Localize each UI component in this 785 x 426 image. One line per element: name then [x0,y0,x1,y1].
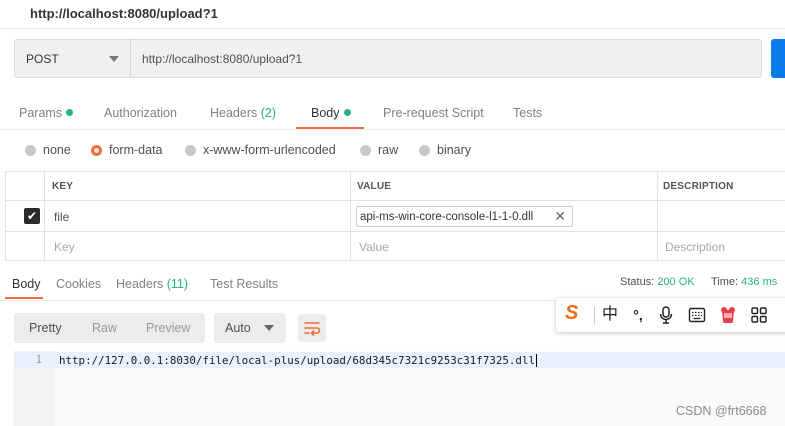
file-name: api-ms-win-core-console-l1-1-0.dll [360,210,534,223]
radio-label: raw [378,143,399,157]
radio-form-data[interactable]: form-data [91,140,163,160]
tab-headers[interactable]: Headers (2) [210,98,276,128]
tab-tests[interactable]: Tests [513,98,542,128]
method-label: POST [26,51,59,66]
tab-label: Headers [116,277,164,291]
time-value: 436 ms [741,276,778,288]
resp-tab-test-results[interactable]: Test Results [210,270,278,298]
radio-icon [185,144,196,156]
keyboard-icon[interactable] [687,305,707,325]
status-label: Status: [620,276,655,288]
time-label: Time: [711,276,739,288]
line-number: 1 [35,354,42,366]
column-header-description: DESCRIPTION [663,181,734,192]
radio-selected-icon [91,144,102,156]
request-title: http://localhost:8080/upload?1 [30,6,218,21]
description-input[interactable]: Description [665,240,725,254]
tabs-divider [0,129,785,130]
ime-divider [594,306,595,324]
active-tab-indicator [5,297,43,299]
table-divider [44,171,45,261]
tab-label: Tests [513,106,543,120]
ime-logo-icon[interactable]: S [565,303,578,323]
value-input[interactable]: Value [359,240,389,254]
table-divider [5,260,785,261]
radio-label: x-www-form-urlencoded [203,143,336,157]
language-label: Auto [225,321,251,335]
key-input[interactable]: Key [54,240,75,254]
tab-count: (11) [166,277,189,291]
column-header-key: KEY [52,181,74,192]
table-divider [5,231,785,232]
tab-label: Headers [210,106,258,120]
tab-label: Body [12,277,41,291]
body-type-radios: none form-data x-www-form-urlencoded raw… [0,140,785,162]
table-divider [657,171,658,261]
tab-label: Authorization [104,106,177,120]
tab-label: Test Results [210,277,279,291]
status-dot-icon [66,109,74,117]
text-cursor [535,353,537,367]
watermark: CSDN @frt6668 [676,404,767,418]
url-input[interactable]: http://localhost:8080/upload?1 [142,52,302,66]
skin-icon[interactable] [717,305,739,325]
chevron-down-icon [109,56,119,62]
radio-icon [25,144,36,156]
resp-tab-body[interactable]: Body [12,270,41,298]
tab-pre-request-script[interactable]: Pre-request Script [383,98,484,128]
radio-x-www-form-urlencoded[interactable]: x-www-form-urlencoded [185,140,336,160]
tab-label: Params [19,106,63,120]
tab-label: Pre-request Script [383,106,484,120]
radio-binary[interactable]: binary [419,140,471,160]
tab-label: Cookies [56,277,102,291]
resp-tab-cookies[interactable]: Cookies [56,270,101,298]
radio-label: form-data [109,143,163,157]
code-text: http://127.0.0.1:8030/file/local-plus/up… [59,354,535,367]
check-icon: ✔ [26,209,38,223]
table-divider [5,200,785,201]
status-readout: Status: 200 OK [620,276,695,288]
time-readout: Time: 436 ms [711,276,777,288]
response-body-text[interactable]: http://127.0.0.1:8030/file/local-plus/up… [59,353,537,368]
wrap-icon [304,322,321,336]
send-button[interactable] [771,39,785,78]
ime-language-toggle[interactable]: 中 [600,305,620,325]
mic-icon[interactable] [656,305,676,325]
resp-tab-headers[interactable]: Headers (11) [116,270,188,298]
radio-icon [419,144,430,156]
grid-icon[interactable] [749,305,769,325]
wrap-lines-button[interactable] [298,314,326,342]
file-chip[interactable]: api-ms-win-core-console-l1-1-0.dll ✕ [356,206,573,227]
chevron-down-icon [264,325,274,331]
radio-none[interactable]: none [25,140,71,160]
table-divider [350,171,351,261]
tab-label: Body [311,106,340,120]
title-divider [0,28,785,29]
tab-body[interactable]: Body [311,98,351,128]
format-preview-button[interactable]: Preview [146,313,190,343]
tab-params[interactable]: Params [19,98,74,128]
radio-label: binary [437,143,472,157]
format-pretty-button[interactable]: Pretty [29,313,62,343]
key-cell[interactable]: file [54,210,69,224]
status-dot-icon [343,109,351,117]
format-raw-button[interactable]: Raw [92,313,117,343]
close-icon[interactable]: ✕ [554,208,566,225]
column-header-value: VALUE [357,181,392,192]
radio-label: none [43,143,71,157]
request-tabs: Params Authorization Headers (2) Body Pr… [0,98,785,130]
row-checkbox[interactable]: ✔ [24,208,40,224]
status-value: 200 OK [657,276,695,288]
ime-punctuation-toggle[interactable]: °, [628,305,648,325]
tab-authorization[interactable]: Authorization [104,98,177,128]
language-select[interactable]: Auto [214,313,286,343]
radio-raw[interactable]: raw [360,140,398,160]
radio-icon [360,144,371,156]
tab-count: (2) [260,106,277,120]
